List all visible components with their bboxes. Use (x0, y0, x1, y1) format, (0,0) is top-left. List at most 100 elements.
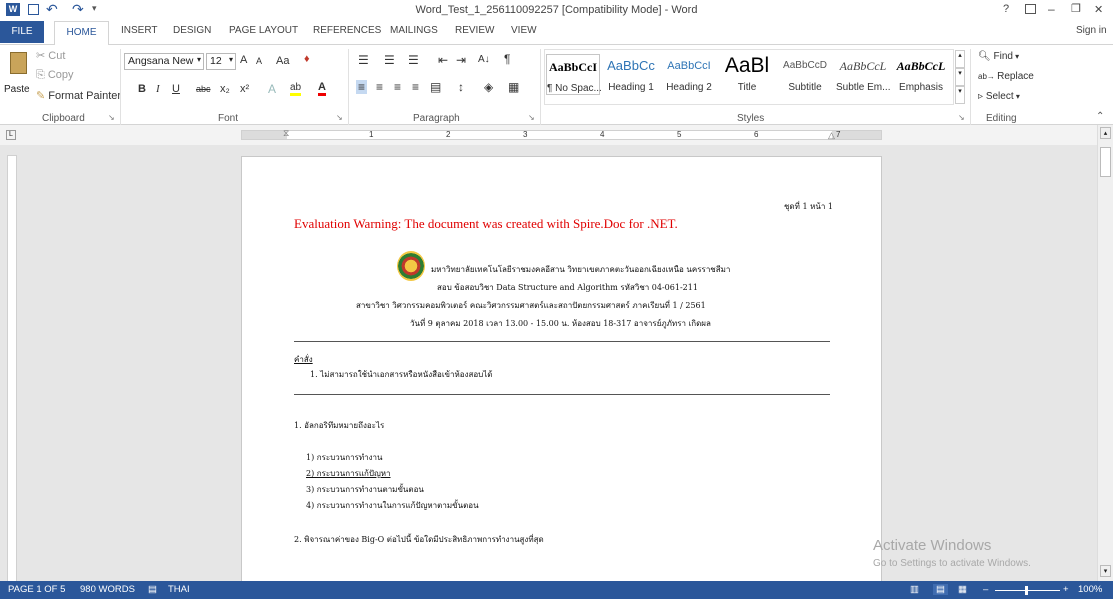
tab-home[interactable]: HOME (54, 21, 109, 45)
sign-in-link[interactable]: Sign in (1076, 25, 1107, 36)
font-color-icon[interactable]: A (318, 81, 326, 96)
zoom-level[interactable]: 100% (1078, 584, 1102, 595)
document-page[interactable]: ชุดที่ 1 หน้า 1 Evaluation Warning: The … (241, 156, 882, 581)
sort-icon[interactable]: A↓ (478, 54, 490, 65)
vertical-ruler[interactable] (7, 155, 17, 581)
tab-view[interactable]: VIEW (511, 25, 537, 36)
tab-selector-icon[interactable]: L (6, 130, 16, 140)
divider (540, 49, 541, 125)
restore-button[interactable]: ❐ (1071, 2, 1081, 15)
cut-label: Cut (48, 50, 66, 62)
tab-mailings[interactable]: MAILINGS (390, 25, 438, 36)
vertical-scrollbar[interactable]: ▴ ▾ (1097, 125, 1113, 581)
proofing-icon[interactable]: ▤ (148, 584, 157, 595)
change-case-button[interactable]: Aa (276, 55, 289, 67)
align-right-icon[interactable]: ≡ (394, 80, 401, 94)
collapse-ribbon-icon[interactable]: ⌃ (1096, 111, 1104, 122)
tab-file[interactable]: FILE (0, 21, 44, 43)
left-margin-shade (242, 131, 287, 139)
style-heading-1[interactable]: AaBbCc Heading 1 (604, 54, 658, 93)
style-no-spacing[interactable]: AaBbCcI ¶ No Spac... (546, 54, 602, 95)
scroll-up-icon[interactable]: ▴ (1100, 127, 1111, 139)
zoom-slider-thumb[interactable] (1025, 586, 1028, 595)
style-emphasis[interactable]: AaBbCcL Emphasis (894, 54, 948, 93)
chevron-down-icon: ▾ (1012, 52, 1020, 61)
bullets-icon[interactable]: ☰ (358, 53, 369, 67)
document-area[interactable]: ชุดที่ 1 หน้า 1 Evaluation Warning: The … (0, 145, 1097, 581)
shading-icon[interactable]: ◈ (484, 80, 493, 94)
option-3: 3) กระบวนการทำงานตามขั้นตอน (306, 485, 424, 494)
show-formatting-icon[interactable]: ¶ (504, 52, 510, 66)
superscript-button[interactable]: x² (240, 83, 249, 95)
italic-button[interactable]: I (156, 83, 160, 95)
horizontal-ruler[interactable]: L ⧖ △ 1 2 3 4 5 6 7 (0, 125, 1113, 145)
thai-distributed-icon[interactable]: ▤ (430, 80, 441, 94)
dialog-launcher-icon[interactable]: ↘ (336, 113, 343, 122)
justify-icon[interactable]: ≡ (412, 80, 419, 94)
styles-scroll-up-icon[interactable]: ▴ (955, 50, 965, 68)
zoom-out-icon[interactable]: – (983, 584, 988, 595)
close-button[interactable]: ✕ (1094, 3, 1103, 16)
decrease-indent-icon[interactable]: ⇤ (438, 53, 448, 67)
font-size-combo[interactable]: 12 ▾ (206, 53, 236, 70)
read-mode-icon[interactable]: ▥ (910, 584, 919, 595)
scroll-down-icon[interactable]: ▾ (1100, 565, 1111, 577)
style-subtitle[interactable]: AaBbCcD Subtitle (778, 54, 832, 93)
zoom-in-icon[interactable]: + (1063, 584, 1069, 595)
borders-icon[interactable]: ▦ (508, 80, 519, 94)
tab-design[interactable]: DESIGN (173, 25, 211, 36)
replace-icon: ab→ (978, 72, 998, 81)
language-indicator[interactable]: THAI (168, 584, 190, 595)
select-button[interactable]: ▹ Select ▾ (978, 91, 1020, 102)
style-name: Heading 2 (666, 82, 712, 93)
style-title[interactable]: AaBl Title (720, 54, 774, 93)
style-subtle-emphasis[interactable]: AaBbCcL Subtle Em... (836, 54, 890, 93)
page-count[interactable]: PAGE 1 OF 5 (8, 584, 65, 595)
dialog-launcher-icon[interactable]: ↘ (528, 113, 535, 122)
print-layout-icon[interactable]: ▤ (933, 584, 948, 595)
dialog-launcher-icon[interactable]: ↘ (958, 113, 965, 122)
tab-references[interactable]: REFERENCES (313, 25, 381, 36)
help-button[interactable]: ? (1003, 3, 1009, 15)
evaluation-warning: Evaluation Warning: The document was cre… (294, 216, 678, 231)
instruction-title: คำสั่ง (294, 355, 313, 364)
subscript-button[interactable]: x₂ (220, 83, 230, 95)
line-spacing-icon[interactable]: ↕ (458, 80, 464, 94)
align-center-icon[interactable]: ≡ (376, 80, 383, 94)
bold-button[interactable]: B (138, 83, 146, 95)
shrink-font-button[interactable]: A (256, 56, 262, 66)
format-painter-button[interactable]: ✎ Format Painter (36, 89, 121, 102)
cut-button[interactable]: ✂ Cut (36, 49, 65, 62)
underline-button[interactable]: U (172, 83, 180, 95)
increase-indent-icon[interactable]: ⇥ (456, 53, 466, 67)
strikethrough-button[interactable]: abc (196, 84, 211, 94)
find-button[interactable]: 🔍︎ Find ▾ (978, 51, 1019, 62)
text-effects-icon[interactable]: A (268, 82, 276, 96)
align-left-icon[interactable]: ≡ (356, 80, 368, 94)
tab-insert[interactable]: INSERT (121, 25, 158, 36)
clear-formatting-icon[interactable]: ♦ (304, 53, 310, 65)
minimize-button[interactable]: – (1048, 2, 1055, 16)
web-layout-icon[interactable]: ▦ (958, 584, 967, 595)
style-name: Subtitle (788, 82, 822, 93)
paste-button[interactable]: Paste (4, 50, 32, 102)
multilevel-list-icon[interactable]: ☰ (408, 53, 419, 67)
font-name-combo[interactable]: Angsana New ▾ (124, 53, 204, 70)
divider (970, 49, 971, 125)
right-indent-marker-icon[interactable]: △ (828, 130, 835, 141)
word-count[interactable]: 980 WORDS (80, 584, 135, 595)
tab-page-layout[interactable]: PAGE LAYOUT (229, 25, 298, 36)
scroll-thumb[interactable] (1100, 147, 1111, 177)
styles-scroll-down-icon[interactable]: ▾ (955, 68, 965, 86)
highlight-color-icon[interactable]: ab (290, 82, 302, 96)
grow-font-button[interactable]: A (240, 54, 247, 66)
indent-marker-icon[interactable]: ⧖ (283, 128, 289, 139)
tab-review[interactable]: REVIEW (455, 25, 494, 36)
styles-more-icon[interactable]: ▾ (955, 86, 965, 104)
style-heading-2[interactable]: AaBbCcI Heading 2 (662, 54, 716, 93)
ribbon-display-options-icon[interactable] (1025, 4, 1036, 14)
copy-button[interactable]: ⎘ Copy (36, 69, 74, 82)
numbering-icon[interactable]: ☰ (384, 53, 395, 67)
replace-button[interactable]: ab→ Replace (978, 71, 1034, 82)
dialog-launcher-icon[interactable]: ↘ (108, 113, 115, 122)
